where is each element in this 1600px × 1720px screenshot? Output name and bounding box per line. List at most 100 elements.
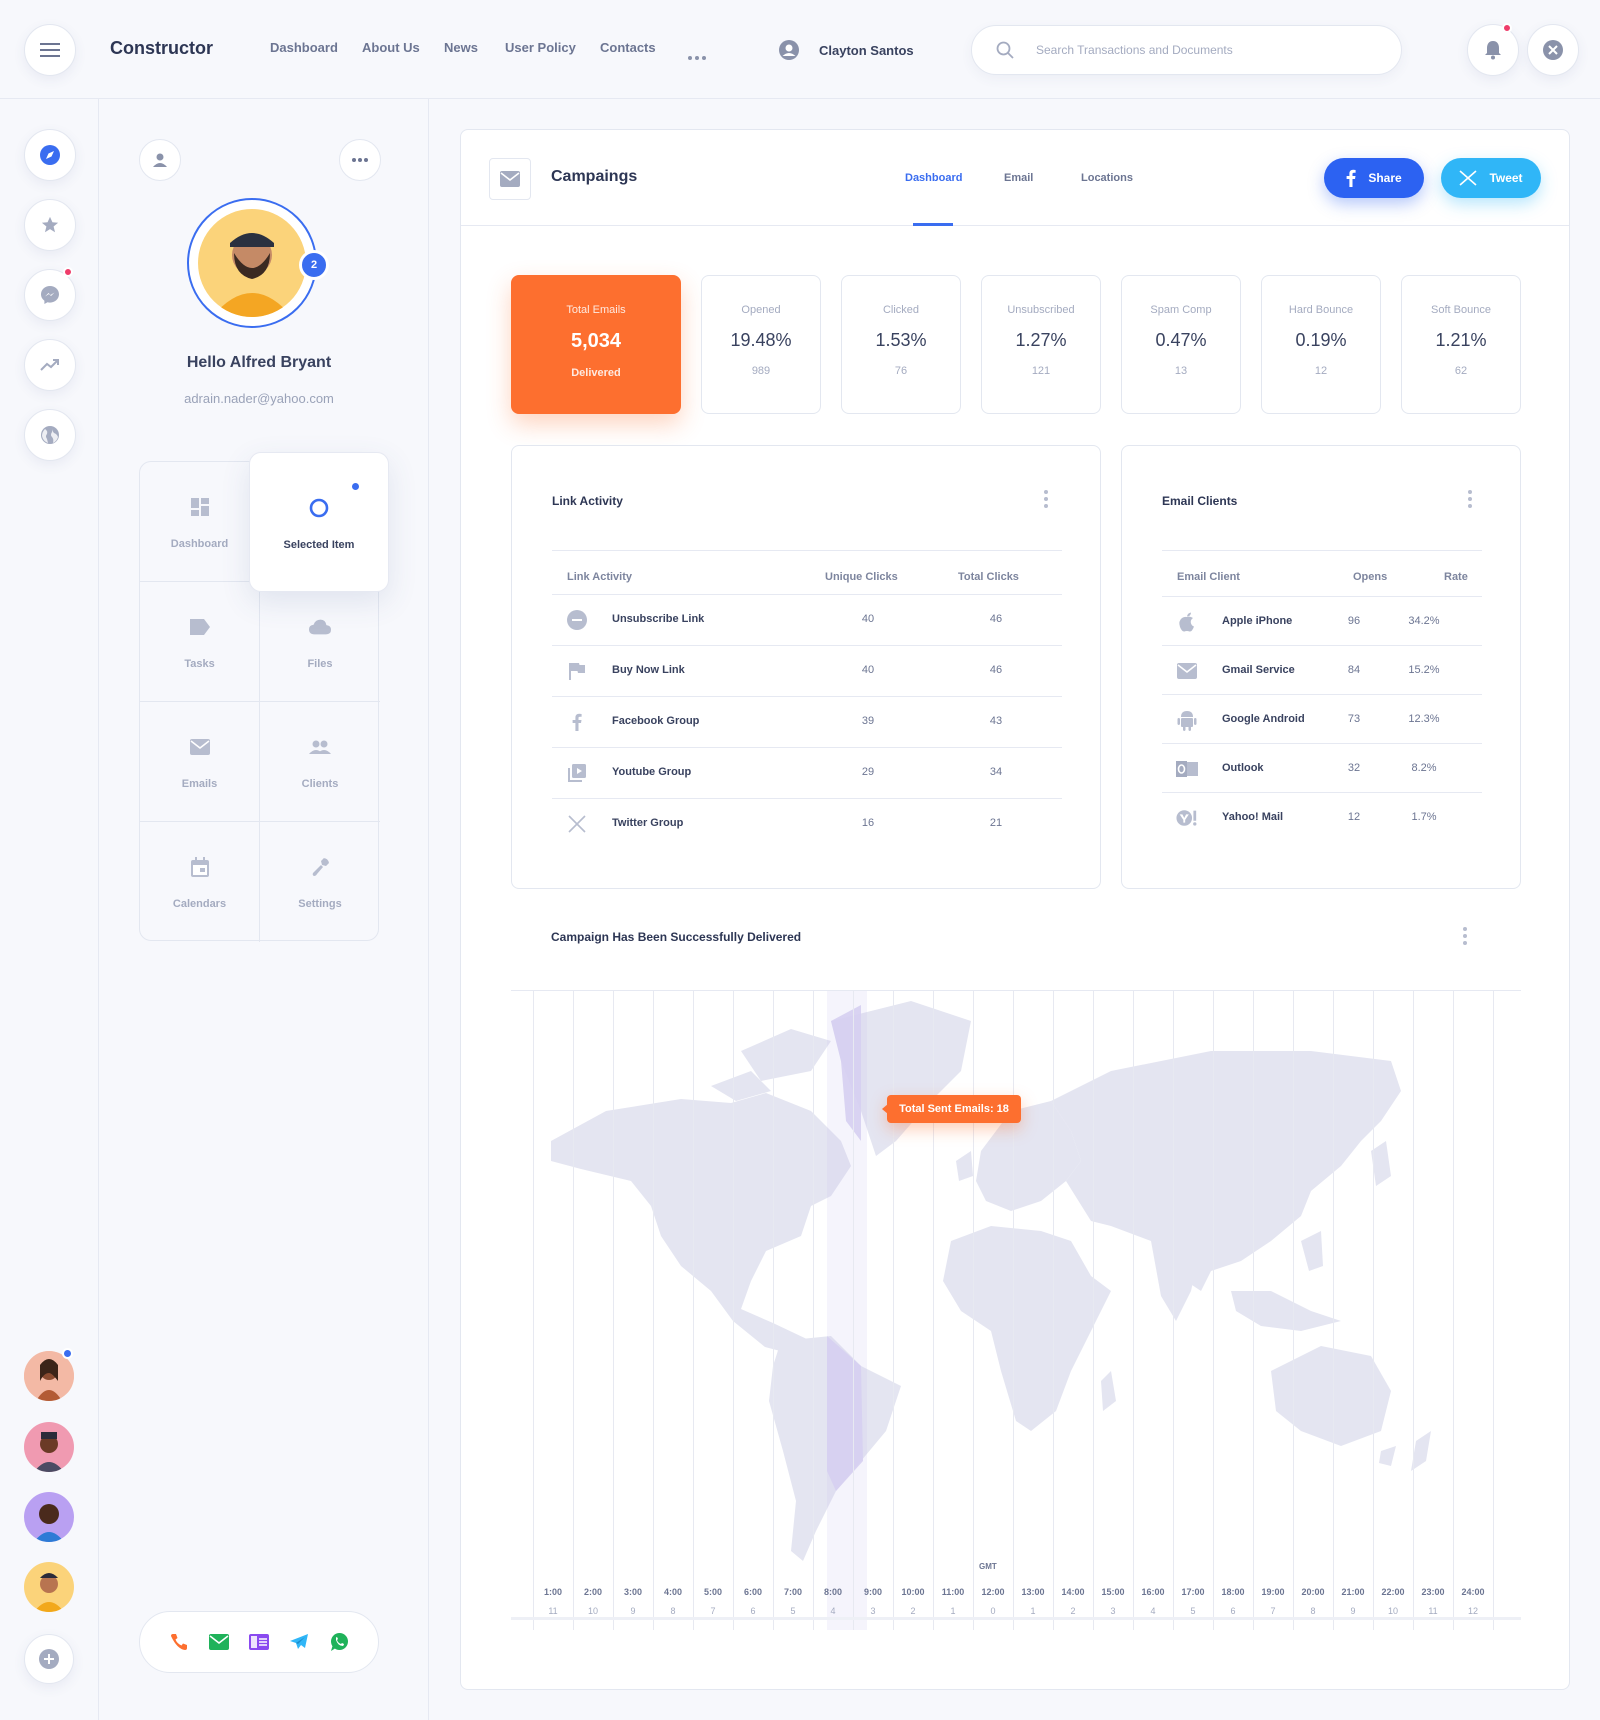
menu-item-dashboard[interactable]: Dashboard [140, 462, 260, 582]
menu-item-files[interactable]: Files [260, 582, 380, 702]
menu-item-selected[interactable]: Selected Item [249, 452, 389, 592]
nav-user-policy[interactable]: User Policy [505, 40, 576, 55]
tab-locations[interactable]: Locations [1081, 172, 1133, 184]
timezone-scrollbar[interactable] [511, 1617, 1521, 1620]
timezone-time[interactable]: 24:00 [1453, 1587, 1493, 1597]
timezone-time[interactable]: 17:00 [1173, 1587, 1213, 1597]
search-bar[interactable] [971, 25, 1402, 75]
nav-contacts[interactable]: Contacts [600, 40, 656, 55]
stat-card-clicked[interactable]: Clicked 1.53% 76 [841, 275, 961, 414]
timezone-time[interactable]: 8:00 [813, 1587, 853, 1597]
client-opens: 73 [1347, 713, 1361, 725]
menu-item-emails[interactable]: Emails [140, 702, 260, 822]
menu-item-calendars[interactable]: Calendars [140, 822, 260, 942]
stat-card-soft-bounce[interactable]: Soft Bounce 1.21% 62 [1401, 275, 1521, 414]
contact-avatar-2[interactable] [24, 1422, 74, 1472]
close-button[interactable] [1527, 24, 1579, 76]
table-row[interactable]: Yahoo! Mail 12 1.7% [1162, 792, 1482, 843]
timezone-time[interactable]: 16:00 [1133, 1587, 1173, 1597]
table-row[interactable]: Facebook Group 39 43 [552, 696, 1062, 747]
user-name[interactable]: Clayton Santos [819, 43, 914, 58]
unique-clicks: 40 [861, 664, 875, 676]
link-activity-menu-button[interactable] [1044, 490, 1048, 508]
timezone-time[interactable]: 14:00 [1053, 1587, 1093, 1597]
profile-avatar[interactable] [187, 198, 317, 328]
rail-explore-button[interactable] [24, 129, 76, 181]
timezone-time[interactable]: 9:00 [853, 1587, 893, 1597]
nav-news[interactable]: News [444, 40, 478, 55]
timezone-time[interactable]: 20:00 [1293, 1587, 1333, 1597]
timezone-time[interactable]: 19:00 [1253, 1587, 1293, 1597]
email-button[interactable] [209, 1632, 230, 1653]
timezone-time[interactable]: 6:00 [733, 1587, 773, 1597]
timezone-time[interactable]: 1:00 [533, 1587, 573, 1597]
profile-more-button[interactable] [339, 139, 381, 181]
stat-card-total-emails[interactable]: Total Emails 5,034 Delivered [511, 275, 681, 414]
menu-item-tasks[interactable]: Tasks [140, 582, 260, 702]
notes-button[interactable] [249, 1632, 270, 1653]
whatsapp-button[interactable] [329, 1632, 350, 1653]
email-clients-menu-button[interactable] [1468, 490, 1472, 508]
timezone-time[interactable]: 21:00 [1333, 1587, 1373, 1597]
nav-more-button[interactable] [688, 47, 706, 65]
profile-user-button[interactable] [139, 139, 181, 181]
table-row[interactable]: Unsubscribe Link 40 46 [552, 594, 1062, 645]
share-button[interactable]: Share [1324, 158, 1424, 198]
rail-favorites-button[interactable] [24, 199, 76, 251]
timezone-time[interactable]: 7:00 [773, 1587, 813, 1597]
contact-avatar-3[interactable] [24, 1492, 74, 1542]
table-row[interactable]: Gmail Service 84 15.2% [1162, 645, 1482, 696]
table-row[interactable]: Google Android 73 12.3% [1162, 694, 1482, 745]
stat-card-hard-bounce[interactable]: Hard Bounce 0.19% 12 [1261, 275, 1381, 414]
timezone-separator [1253, 991, 1254, 1630]
timezone-time[interactable]: 18:00 [1213, 1587, 1253, 1597]
timezone-time[interactable]: 11:00 [933, 1587, 973, 1597]
stat-card-opened[interactable]: Opened 19.48% 989 [701, 275, 821, 414]
timezone-time[interactable]: 4:00 [653, 1587, 693, 1597]
table-row[interactable]: Outlook 32 8.2% [1162, 743, 1482, 794]
timezone-time[interactable]: 22:00 [1373, 1587, 1413, 1597]
menu-item-settings[interactable]: Settings [260, 822, 380, 942]
table-row[interactable]: Buy Now Link 40 46 [552, 645, 1062, 696]
active-tab-indicator [913, 223, 953, 226]
hamburger-menu-button[interactable] [24, 24, 76, 76]
timezone-time[interactable]: 23:00 [1413, 1587, 1453, 1597]
timezone-time[interactable]: 5:00 [693, 1587, 733, 1597]
timezone-time[interactable]: 10:00 [893, 1587, 933, 1597]
timezone-separator [613, 991, 614, 1630]
tweet-button[interactable]: Tweet [1441, 158, 1541, 198]
timezone-time[interactable]: 3:00 [613, 1587, 653, 1597]
timezone-time[interactable]: 12:00 [973, 1587, 1013, 1597]
table-row[interactable]: Apple iPhone 96 34.2% [1162, 596, 1482, 647]
contact-avatar-4[interactable] [24, 1562, 74, 1612]
nav-about-us[interactable]: About Us [362, 40, 420, 55]
total-clicks: 46 [989, 664, 1003, 676]
timezone-separator [1333, 991, 1334, 1630]
table-row[interactable]: Youtube Group 29 34 [552, 747, 1062, 798]
left-rail [0, 99, 99, 1720]
link-name: Unsubscribe Link [612, 613, 705, 625]
menu-item-clients[interactable]: Clients [260, 702, 380, 822]
tab-dashboard[interactable]: Dashboard [905, 172, 962, 184]
phone-button[interactable] [169, 1632, 190, 1653]
stat-value: 1.27% [1015, 330, 1067, 350]
timezone-time[interactable]: 13:00 [1013, 1587, 1053, 1597]
rail-trending-button[interactable] [24, 339, 76, 391]
client-rate: 12.3% [1408, 713, 1440, 725]
user-avatar-icon[interactable] [779, 40, 799, 65]
map-menu-button[interactable] [1463, 927, 1467, 945]
nav-dashboard[interactable]: Dashboard [270, 40, 338, 55]
telegram-button[interactable] [289, 1632, 310, 1653]
stat-card-unsubscribed[interactable]: Unsubscribed 1.27% 121 [981, 275, 1101, 414]
people-icon [309, 740, 331, 754]
stat-card-spam-comp[interactable]: Spam Comp 0.47% 13 [1121, 275, 1241, 414]
timezone-time[interactable]: 2:00 [573, 1587, 613, 1597]
tab-email[interactable]: Email [1004, 172, 1033, 184]
search-input[interactable] [1036, 40, 1376, 60]
notifications-button[interactable] [1467, 24, 1519, 76]
add-contact-button[interactable] [24, 1634, 74, 1684]
timezone-time[interactable]: 15:00 [1093, 1587, 1133, 1597]
table-row[interactable]: Twitter Group 16 21 [552, 798, 1062, 849]
rail-globe-button[interactable] [24, 409, 76, 461]
column-header: Unique Clicks [825, 571, 898, 583]
